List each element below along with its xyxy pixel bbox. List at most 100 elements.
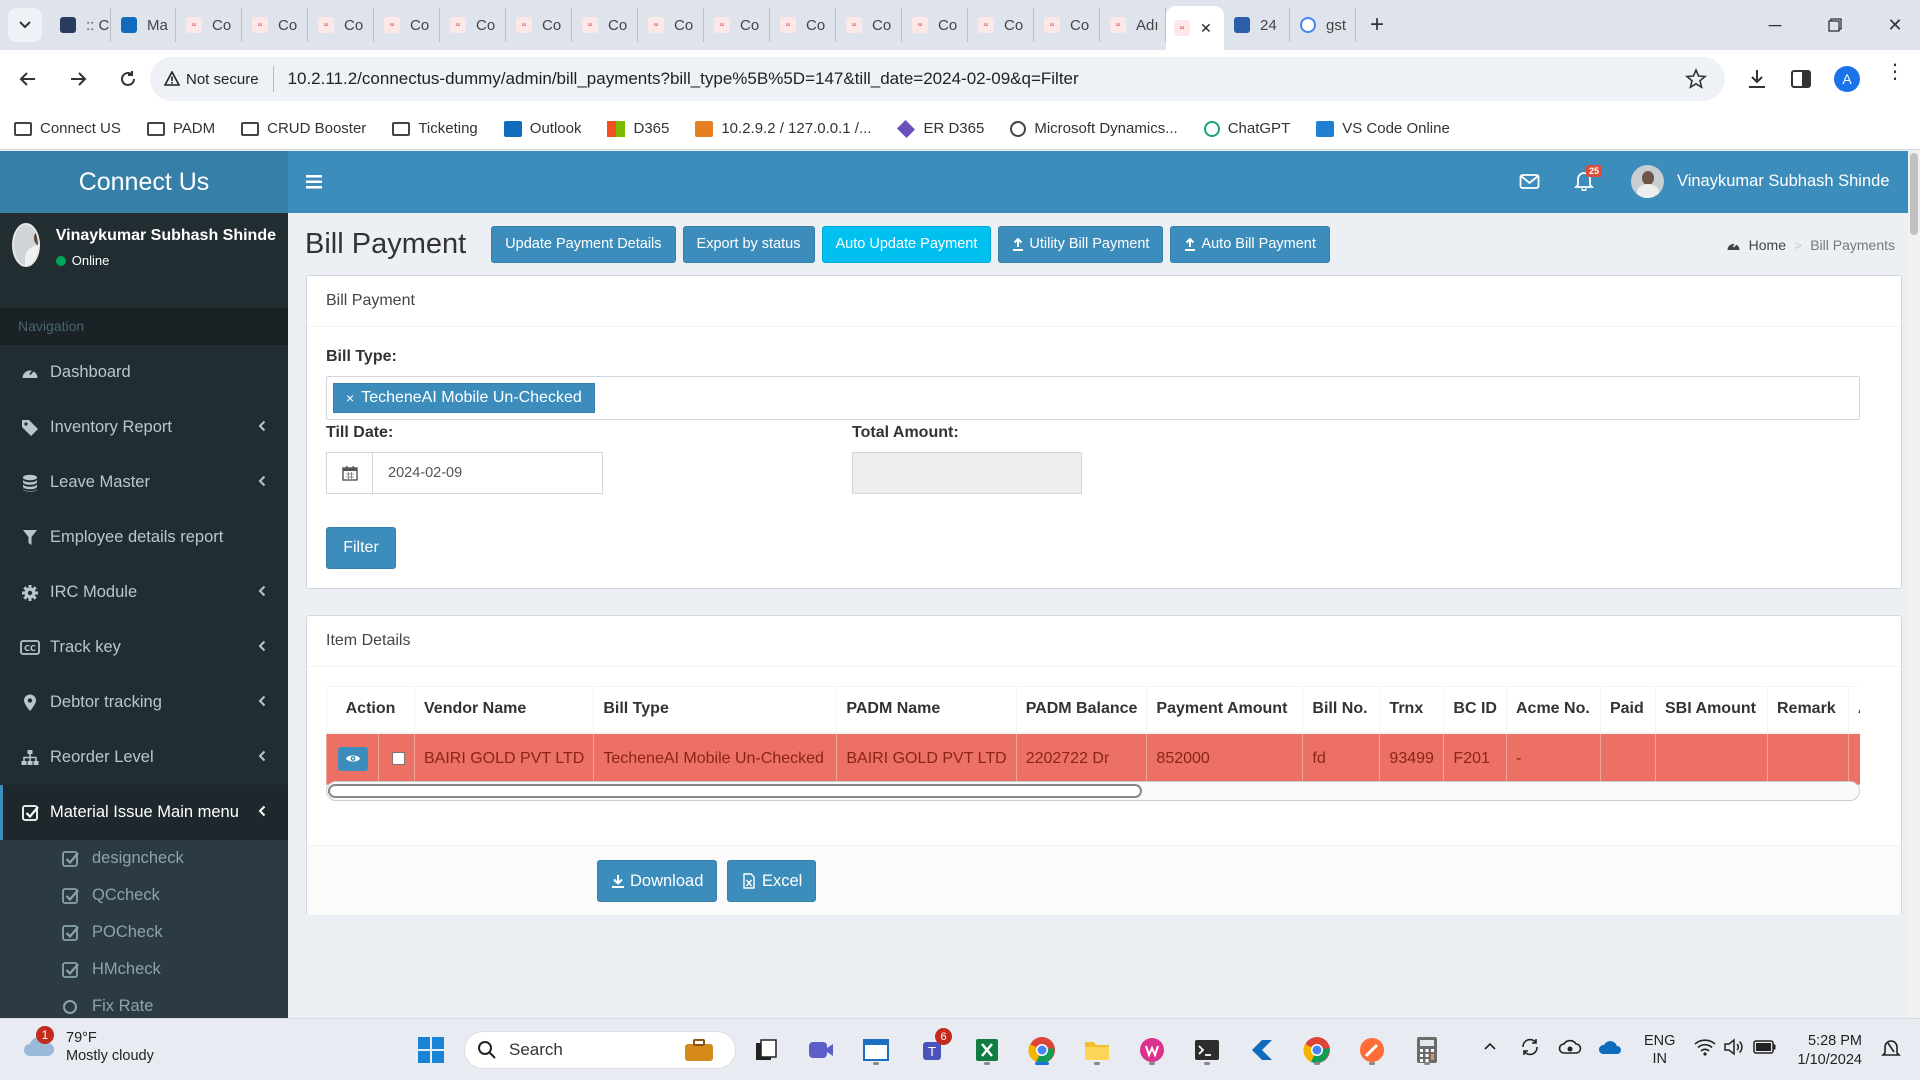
terminal-icon[interactable] (1189, 1032, 1225, 1068)
row-checkbox[interactable] (391, 752, 405, 765)
app-logo[interactable]: Connect Us (0, 151, 288, 213)
sidebar-item-inventory-report[interactable]: Inventory Report (0, 400, 288, 455)
browser-tab[interactable]: ᵚ Co (242, 8, 308, 42)
auto-bill-payment-button[interactable]: Auto Bill Payment (1170, 225, 1330, 263)
page-scrollbar-thumb[interactable] (1910, 153, 1918, 235)
browser-tab[interactable]: Ma (111, 8, 176, 42)
postman-icon[interactable] (1354, 1032, 1390, 1068)
column-header[interactable]: PADM Name (836, 686, 1017, 734)
minimize-button[interactable]: ─ (1745, 0, 1805, 50)
volume-icon[interactable] (1723, 1038, 1745, 1056)
sidebar-item-reorder-level[interactable]: Reorder Level (0, 730, 288, 785)
view-button[interactable] (337, 746, 368, 771)
close-window-button[interactable]: ✕ (1865, 0, 1920, 50)
network-icon[interactable] (1694, 1038, 1716, 1056)
submenu-item-hmcheck[interactable]: HMcheck (0, 951, 288, 988)
column-header[interactable]: Trnx (1379, 686, 1445, 734)
side-panel-icon[interactable] (1790, 68, 1812, 90)
bookmark-item[interactable]: ER D365 (897, 119, 984, 138)
bookmark-item[interactable]: Ticketing (392, 120, 478, 137)
browser-tab[interactable]: ᵚ Co (836, 8, 902, 42)
forward-button[interactable] (56, 57, 100, 101)
weather-widget[interactable]: 1 79°F Mostly cloudy (22, 1026, 154, 1065)
vpn-cloud-icon[interactable] (1558, 1037, 1582, 1057)
column-header[interactable]: Vendor Name (413, 686, 595, 734)
chrome-profile-icon[interactable] (1299, 1032, 1335, 1068)
column-header[interactable]: Action (326, 686, 415, 734)
column-header[interactable]: Bill No. (1302, 686, 1381, 734)
url-text[interactable]: 10.2.11.2/connectus-dummy/admin/bill_pay… (288, 69, 1079, 89)
show-hidden-icons[interactable] (1483, 1041, 1497, 1051)
column-header[interactable]: Bill Type (593, 686, 838, 734)
envelope-icon[interactable] (1519, 173, 1541, 191)
file-explorer-icon[interactable] (1079, 1032, 1115, 1068)
browser-tab[interactable]: gst (1290, 8, 1356, 42)
filter-button[interactable]: Filter (326, 527, 396, 569)
browser-tab[interactable]: ᵚ Co (770, 8, 836, 42)
profile-avatar[interactable]: A (1834, 66, 1860, 92)
bookmark-item[interactable]: Connect US (14, 120, 121, 137)
start-button[interactable] (413, 1032, 449, 1068)
column-header[interactable]: Remark (1766, 686, 1849, 734)
browser-tab[interactable]: ᵚ Co (638, 8, 704, 42)
tab-search-button[interactable] (8, 8, 42, 42)
bookmark-star-icon[interactable] (1685, 68, 1707, 90)
browser-tab[interactable]: :: C (50, 8, 111, 42)
breadcrumb-home-link[interactable]: Home (1749, 237, 1786, 253)
bill-type-select[interactable]: × TecheneAI Mobile Un-Checked (326, 376, 1860, 420)
submenu-item-designcheck[interactable]: designcheck (0, 840, 288, 877)
teams-icon[interactable]: T6 (916, 1028, 952, 1068)
reload-button[interactable] (106, 57, 150, 101)
column-header[interactable]: SBI Amount (1654, 686, 1768, 734)
utility-bill-payment-button[interactable]: Utility Bill Payment (998, 225, 1164, 263)
column-header[interactable]: Payment Amount (1146, 686, 1304, 734)
page-scrollbar[interactable] (1908, 151, 1920, 1018)
hamburger-menu-icon[interactable] (306, 174, 324, 190)
browser-tab[interactable]: ᵚ Co (506, 8, 572, 42)
sidebar-item-debtor-tracking[interactable]: Debtor tracking (0, 675, 288, 730)
bookmark-item[interactable]: CRUD Booster (241, 120, 366, 137)
teams-meet-icon[interactable] (803, 1032, 839, 1068)
notifications-button[interactable]: 25 (1573, 165, 1603, 191)
chrome-icon[interactable] (1024, 1032, 1060, 1068)
app-window-icon[interactable] (858, 1032, 894, 1068)
update-payment-details-button[interactable]: Update Payment Details (491, 225, 676, 263)
new-tab-button[interactable]: + (1370, 11, 1384, 39)
column-header[interactable]: BC ID (1443, 686, 1507, 734)
column-header[interactable]: Acme No. (1505, 686, 1601, 734)
browser-tab[interactable]: ᵚ Co (572, 8, 638, 42)
task-view-icon[interactable] (748, 1032, 784, 1068)
wps-office-icon[interactable] (1134, 1032, 1170, 1068)
browser-tab[interactable]: ᵚ Co (308, 8, 374, 42)
submenu-item-qccheck[interactable]: QCcheck (0, 877, 288, 914)
tab-close-icon[interactable]: ✕ (1200, 20, 1212, 37)
sidebar-item-material-issue-main-menu[interactable]: Material Issue Main menu (0, 785, 288, 840)
user-menu[interactable]: Vinaykumar Subhash Shinde (1631, 165, 1890, 198)
submenu-item-pocheck[interactable]: POCheck (0, 914, 288, 951)
calculator-icon[interactable] (1409, 1032, 1445, 1068)
browser-tab[interactable]: ᵚ Co (1034, 8, 1100, 42)
notification-center-icon[interactable] (1880, 1038, 1902, 1060)
back-button[interactable] (6, 57, 50, 101)
sidebar-item-irc-module[interactable]: IRC Module (0, 565, 288, 620)
sync-icon[interactable] (1519, 1036, 1541, 1058)
clock[interactable]: 5:28 PM 1/10/2024 (1790, 1032, 1862, 1070)
browser-tab[interactable]: ᵚ Co (968, 8, 1034, 42)
bookmark-item[interactable]: Microsoft Dynamics... (1010, 120, 1178, 137)
browser-menu-button[interactable]: ⋮ (1885, 62, 1905, 82)
download-button[interactable]: Download (597, 860, 718, 902)
table-horizontal-scrollbar[interactable] (326, 781, 1860, 801)
sidebar-item-employee-details-report[interactable]: Employee details report (0, 510, 288, 565)
browser-tab[interactable]: ᵚ Co (176, 8, 242, 42)
download-icon[interactable] (1746, 68, 1768, 90)
browser-tab[interactable]: ᵚ Co (902, 8, 968, 42)
power-automate-icon[interactable] (1244, 1032, 1280, 1068)
submenu-item-fix-rate[interactable]: Fix Rate (0, 988, 288, 1018)
taskbar-search[interactable]: Search (464, 1031, 736, 1069)
column-header[interactable]: Adva (1847, 686, 1860, 734)
battery-icon[interactable] (1753, 1040, 1777, 1054)
sidebar-item-track-key[interactable]: CC Track key (0, 620, 288, 675)
language-indicator[interactable]: ENG IN (1644, 1032, 1675, 1068)
excel-icon[interactable] (969, 1032, 1005, 1068)
column-header[interactable]: Paid (1599, 686, 1656, 734)
